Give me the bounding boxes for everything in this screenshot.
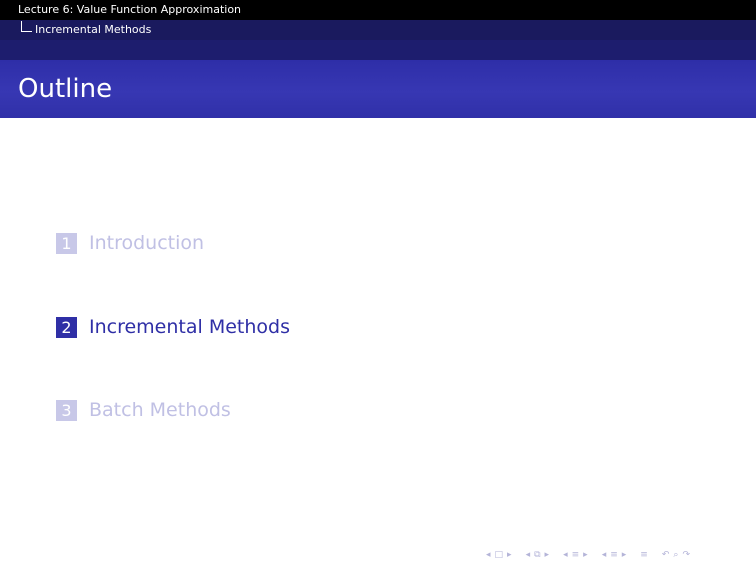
next-section-icon[interactable]: ▸ bbox=[583, 550, 588, 560]
frame-icon[interactable]: □ bbox=[495, 550, 504, 560]
toc-item-introduction[interactable]: 1 Introduction bbox=[56, 231, 204, 255]
subsection-icon[interactable]: ⧉ bbox=[534, 550, 540, 560]
search-icon[interactable]: ⌕ bbox=[673, 550, 678, 560]
toc-label: Introduction bbox=[89, 232, 205, 254]
toc-label: Incremental Methods bbox=[89, 316, 290, 338]
part-icon[interactable]: ≡ bbox=[610, 550, 618, 560]
toc-label: Batch Methods bbox=[89, 399, 231, 421]
align-icon[interactable]: ≡ bbox=[640, 550, 648, 560]
back-icon[interactable]: ↶ bbox=[662, 550, 670, 560]
toc-item-incremental-methods[interactable]: 2 Incremental Methods bbox=[56, 315, 290, 339]
prev-subsection-icon[interactable]: ◂ bbox=[526, 550, 531, 560]
forward-icon[interactable]: ↷ bbox=[682, 550, 690, 560]
table-of-contents: 1 Introduction 2 Incremental Methods 3 B… bbox=[56, 0, 706, 567]
prev-part-icon[interactable]: ◂ bbox=[602, 550, 607, 560]
toc-number: 2 bbox=[56, 316, 77, 338]
next-part-icon[interactable]: ▸ bbox=[622, 550, 627, 560]
prev-section-icon[interactable]: ◂ bbox=[563, 550, 568, 560]
next-frame-icon[interactable]: ▸ bbox=[507, 550, 512, 560]
next-subsection-icon[interactable]: ▸ bbox=[545, 550, 550, 560]
prev-frame-icon[interactable]: ◂ bbox=[486, 550, 491, 560]
beamer-navigation: ◂ □ ▸ ◂ ⧉ ▸ ◂ ≡ ▸ ◂ ≡ ▸ ≡ ↶ ⌕ ↷ bbox=[484, 548, 692, 562]
subsection-tree-icon bbox=[21, 21, 32, 32]
section-icon[interactable]: ≡ bbox=[572, 550, 580, 560]
toc-item-batch-methods[interactable]: 3 Batch Methods bbox=[56, 398, 231, 422]
toc-number: 1 bbox=[56, 232, 77, 254]
toc-number: 3 bbox=[56, 399, 77, 421]
